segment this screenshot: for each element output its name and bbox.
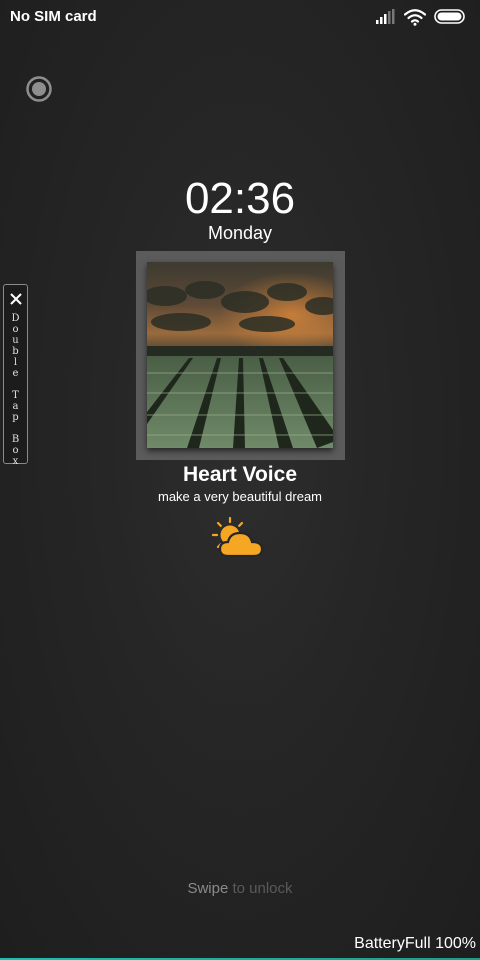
- clock-time: 02:36: [184, 174, 296, 223]
- album-art-image: [147, 262, 333, 448]
- album-art-frame[interactable]: [136, 251, 345, 460]
- swipe-hint-weak: to unlock: [228, 880, 293, 897]
- carrier-label: No SIM card: [10, 8, 97, 25]
- song-subtitle: make a very beautiful dream: [157, 489, 323, 504]
- battery-icon: [434, 9, 465, 24]
- double-tap-box[interactable]: D o u b l e T a p B o x: [3, 284, 28, 467]
- weekday-label: Monday: [207, 223, 273, 243]
- close-icon[interactable]: [9, 292, 23, 306]
- swipe-to-unlock-hint[interactable]: Swipe to unlock: [0, 880, 480, 898]
- song-title: Heart Voice: [183, 463, 297, 486]
- battery-status-text: BatteryFull 100%: [354, 935, 476, 952]
- wifi-icon: [404, 8, 426, 26]
- swipe-hint-strong: Swipe: [187, 880, 229, 897]
- record-icon[interactable]: [26, 76, 52, 102]
- status-icons: [376, 8, 466, 26]
- partly-sunny-icon: [212, 516, 264, 558]
- status-bar: No SIM card: [0, 0, 480, 34]
- double-tap-box-label: D o u b l e T a p B o x: [11, 313, 20, 467]
- signal-icon: [376, 9, 395, 24]
